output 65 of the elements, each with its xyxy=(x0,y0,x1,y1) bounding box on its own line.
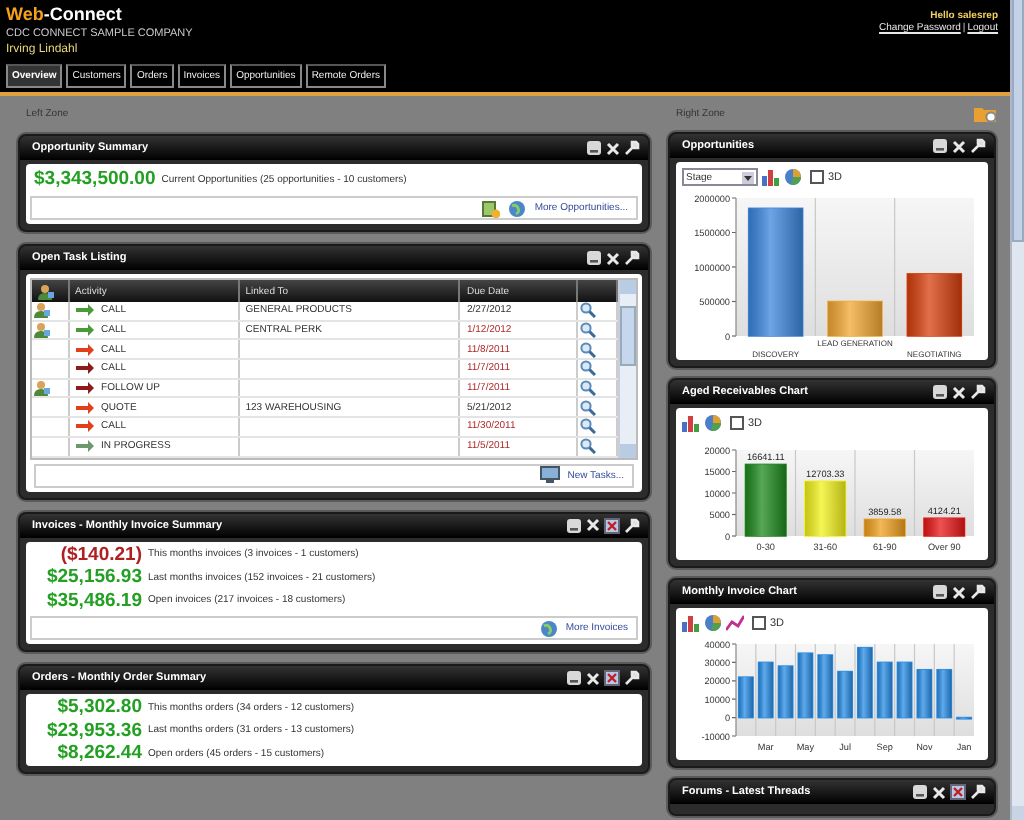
export-icon[interactable] xyxy=(950,784,966,800)
scrollbar[interactable] xyxy=(618,280,636,457)
contact-icon[interactable] xyxy=(34,380,50,397)
search-icon[interactable] xyxy=(580,380,597,397)
globe-icon[interactable] xyxy=(508,199,527,217)
search-icon[interactable] xyxy=(580,341,597,358)
settings-icon[interactable] xyxy=(970,384,986,400)
contact-icon[interactable] xyxy=(38,283,54,299)
close-icon[interactable] xyxy=(932,785,946,799)
contact-icon[interactable] xyxy=(34,302,50,319)
search-icon[interactable] xyxy=(580,360,597,377)
export-icon[interactable] xyxy=(604,517,620,533)
settings-icon[interactable] xyxy=(624,670,640,686)
close-icon[interactable] xyxy=(586,671,600,685)
pie-chart-icon[interactable] xyxy=(704,614,722,632)
minimize-icon[interactable] xyxy=(932,138,948,154)
settings-icon[interactable] xyxy=(624,517,640,533)
search-icon[interactable] xyxy=(580,418,597,435)
checkbox[interactable] xyxy=(810,170,824,184)
search-icon[interactable] xyxy=(580,322,597,339)
amount: ($140.21) xyxy=(58,543,142,566)
settings-icon[interactable] xyxy=(970,138,986,154)
scrollbar[interactable] xyxy=(1010,0,1024,820)
settings-icon[interactable] xyxy=(624,140,640,156)
checkbox[interactable] xyxy=(730,416,744,430)
screen-icon[interactable] xyxy=(539,466,560,484)
close-icon[interactable] xyxy=(952,139,966,153)
minimize-icon[interactable] xyxy=(586,140,602,156)
amount: $35,486.19 xyxy=(44,589,142,612)
bar-chart-icon[interactable] xyxy=(682,414,700,432)
minimize-icon[interactable] xyxy=(566,670,582,686)
close-icon[interactable] xyxy=(606,251,620,265)
pie-chart-icon[interactable] xyxy=(784,168,802,186)
minimize-icon[interactable] xyxy=(932,384,948,400)
close-icon[interactable] xyxy=(952,585,966,599)
amount: $23,953.36 xyxy=(44,719,142,742)
bar-chart-icon[interactable] xyxy=(762,168,780,186)
checkbox[interactable] xyxy=(752,616,766,630)
amount: $8,262.44 xyxy=(55,742,142,765)
minimize-icon[interactable] xyxy=(586,250,602,266)
amount: $3,343,500.00 xyxy=(34,168,156,190)
minimize-icon[interactable] xyxy=(566,517,582,533)
export-icon[interactable] xyxy=(604,670,620,686)
logo[interactable]: Web-Connect xyxy=(6,4,122,26)
contact-icon[interactable] xyxy=(34,322,50,339)
new-item-icon[interactable] xyxy=(482,199,501,217)
amount: $5,302.80 xyxy=(55,696,142,719)
settings-icon[interactable] xyxy=(970,584,986,600)
settings-icon[interactable] xyxy=(970,784,986,800)
amount: $25,156.93 xyxy=(44,566,142,589)
globe-icon[interactable] xyxy=(539,619,558,637)
minimize-icon[interactable] xyxy=(932,584,948,600)
settings-icon[interactable] xyxy=(624,250,640,266)
search-icon[interactable] xyxy=(580,302,597,319)
folder-icon[interactable] xyxy=(974,103,996,123)
close-icon[interactable] xyxy=(586,518,600,532)
close-icon[interactable] xyxy=(606,141,620,155)
line-chart-icon[interactable] xyxy=(726,614,744,632)
caret-icon xyxy=(742,171,754,183)
pie-chart-icon[interactable] xyxy=(704,414,722,432)
minimize-icon[interactable] xyxy=(912,784,928,800)
search-icon[interactable] xyxy=(580,438,597,455)
close-icon[interactable] xyxy=(952,385,966,399)
bar-chart-icon[interactable] xyxy=(682,614,700,632)
search-icon[interactable] xyxy=(580,399,597,416)
